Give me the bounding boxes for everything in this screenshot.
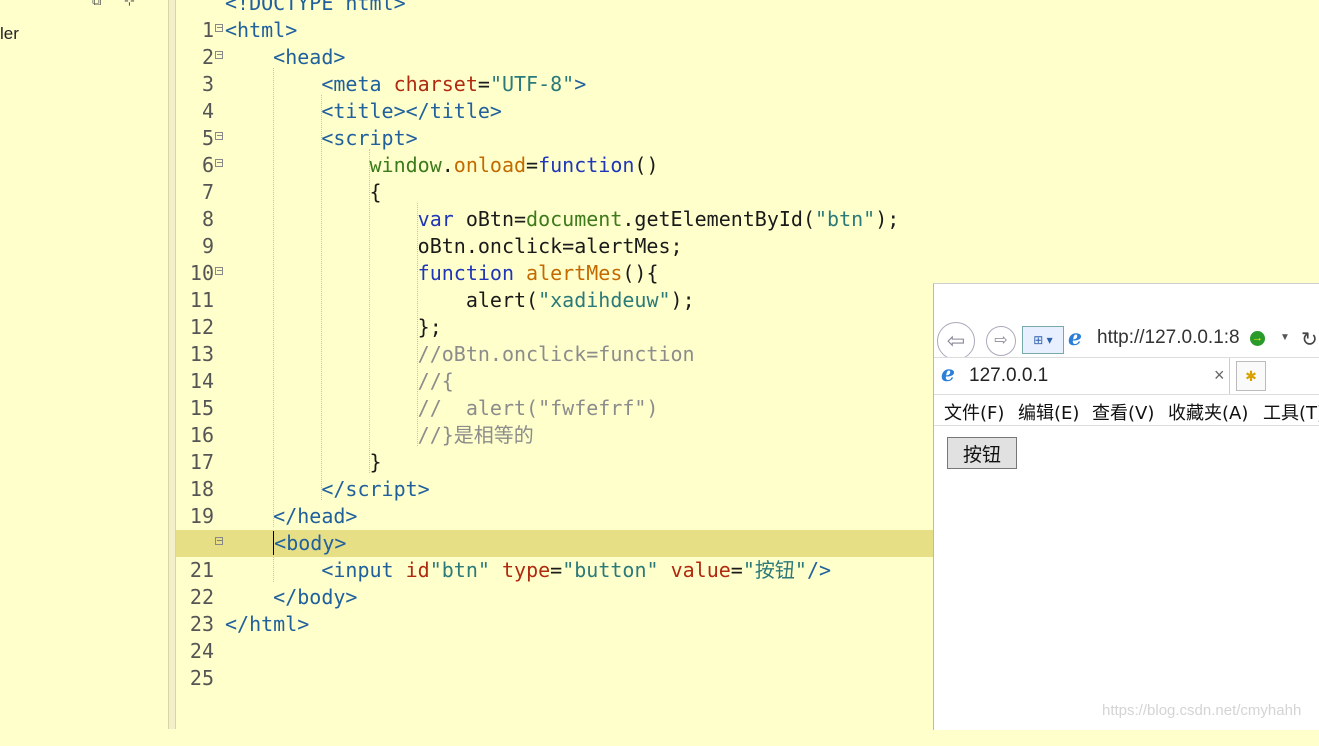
code-line[interactable]: 5 <title></title> — [176, 98, 933, 150]
code-text: } — [225, 450, 382, 474]
browser-window: ⇦ ⇨ ⊞ ▾ e http://127.0.0.1:8 → ▼ ↻ e 127… — [933, 283, 1319, 730]
code-line[interactable]: 15 //{ — [176, 368, 933, 420]
code-line[interactable]: 8 { — [176, 179, 933, 231]
code-text: <script> — [321, 126, 418, 150]
code-text: <!DOCTYPE html> — [225, 0, 406, 15]
code-text: <body> — [273, 531, 347, 555]
explorer-label: ler — [0, 24, 19, 43]
forward-button[interactable]: ⇨ — [986, 326, 1016, 356]
code-text: <input id"btn" type="button" value="按钮"/… — [321, 558, 832, 582]
code-text: oBtn.onclick=alertMes; — [225, 234, 683, 258]
code-line[interactable]: 18 } — [176, 449, 933, 501]
chevron-down-icon[interactable]: ▼ — [1280, 332, 1290, 343]
code-text: //oBtn.onclick=function — [225, 342, 695, 366]
code-text: <title></title> — [321, 99, 502, 123]
fold-toggle-icon[interactable]: − — [215, 267, 223, 275]
code-line[interactable]: 1 <!DOCTYPE html> — [176, 0, 933, 42]
pin-icon[interactable]: ⊹ — [124, 0, 135, 9]
code-line[interactable]: 14 //oBtn.onclick=function — [176, 341, 933, 393]
go-icon[interactable]: → — [1250, 331, 1265, 346]
menu-favorites[interactable]: 收藏夹(A) — [1168, 399, 1248, 425]
back-button[interactable]: ⇦ — [937, 322, 975, 360]
code-line[interactable]: 20 </head> — [176, 503, 933, 555]
code-line[interactable]: 22 <input id"btn" type="button" value="按… — [176, 557, 933, 609]
explorer-panel: ⧉ ⊹ ler — [0, 0, 169, 729]
code-text: function alertMes(){ — [417, 261, 659, 285]
code-line[interactable]: 7 − window.onload=function() — [176, 152, 933, 204]
code-text: <meta charset="UTF-8"> — [321, 72, 587, 96]
code-text: <head> — [273, 45, 346, 69]
menu-bar: 文件(F) 编辑(E) 查看(V) 收藏夹(A) 工具(T) — [934, 394, 1319, 426]
tab-title: 127.0.0.1 — [969, 365, 1049, 386]
fold-toggle-icon[interactable]: − — [215, 159, 223, 167]
code-line[interactable]: 4 <meta charset="UTF-8"> — [176, 71, 933, 123]
code-line[interactable]: 25 — [176, 638, 933, 690]
fold-toggle-icon[interactable]: − — [215, 24, 223, 32]
code-line[interactable]: 10 oBtn.onclick=alertMes; — [176, 233, 933, 285]
refresh-icon[interactable]: ↻ — [1301, 327, 1318, 352]
ie-logo-icon: e — [1068, 325, 1082, 351]
code-line[interactable]: 11 − function alertMes(){ — [176, 260, 933, 312]
browser-nav-bar: ⇦ ⇨ ⊞ ▾ e http://127.0.0.1:8 → ▼ ↻ — [934, 284, 1319, 360]
code-line[interactable]: 23 </body> — [176, 584, 933, 636]
code-line[interactable]: 9 var oBtn=document.getElementById("btn"… — [176, 206, 933, 258]
menu-tools[interactable]: 工具(T) — [1263, 399, 1319, 425]
tab-bar: e 127.0.0.1 × ✱ — [934, 357, 1319, 394]
code-text: </head> — [273, 504, 358, 528]
panel-splitter[interactable] — [169, 0, 176, 729]
code-text: //{ — [225, 369, 454, 393]
code-line[interactable]: 3 − <head> — [176, 44, 933, 96]
fold-toggle-icon[interactable]: − — [215, 51, 223, 59]
code-text: //}是相等的 — [225, 423, 534, 447]
explorer-toolbar: ⧉ ⊹ — [92, 0, 152, 10]
tab-active[interactable]: e 127.0.0.1 × — [934, 358, 1230, 394]
code-text: // alert("fwfefrf") — [225, 396, 659, 420]
code-text: <html> — [225, 18, 298, 42]
code-line[interactable]: 2 − <html> — [176, 17, 933, 69]
code-text: window.onload=function() — [369, 153, 659, 177]
fold-toggle-icon[interactable]: − — [215, 537, 223, 545]
ie-logo-icon: e — [941, 361, 955, 387]
address-bar[interactable]: http://127.0.0.1:8 — [1097, 327, 1247, 349]
code-text: }; — [225, 315, 442, 339]
page-button[interactable]: 按钮 — [947, 437, 1017, 469]
code-text: var oBtn=document.getElementById("btn"); — [417, 207, 900, 231]
code-line[interactable]: 16 // alert("fwfefrf") — [176, 395, 933, 447]
code-text: </body> — [273, 585, 358, 609]
code-line[interactable]: 17 //}是相等的 — [176, 422, 933, 474]
code-text: alert("xadihdeuw"); — [225, 288, 695, 312]
code-line[interactable]: 24 </html> — [176, 611, 933, 663]
watermark: https://blog.csdn.net/cmyhahh — [1102, 702, 1302, 719]
line-number: 25 — [189, 666, 214, 690]
code-line[interactable]: 13 }; — [176, 314, 933, 366]
restore-icon[interactable]: ⧉ — [92, 0, 101, 9]
code-line-current[interactable]: 21 − <body> — [176, 530, 933, 582]
close-icon[interactable]: × — [1214, 365, 1225, 386]
code-text: </html> — [225, 612, 310, 636]
code-line[interactable]: 12 alert("xadihdeuw"); — [176, 287, 933, 339]
menu-file[interactable]: 文件(F) — [944, 399, 1004, 425]
code-text: { — [225, 180, 382, 204]
compat-view-icon[interactable]: ⊞ ▾ — [1022, 326, 1064, 354]
code-text: </script> — [321, 477, 430, 501]
menu-edit[interactable]: 编辑(E) — [1018, 399, 1079, 425]
menu-view[interactable]: 查看(V) — [1092, 399, 1154, 425]
fold-toggle-icon[interactable]: − — [215, 132, 223, 140]
code-line[interactable]: 19 </script> — [176, 476, 933, 528]
new-tab-icon[interactable]: ✱ — [1236, 361, 1266, 391]
code-line[interactable]: 6 − <script> — [176, 125, 933, 177]
